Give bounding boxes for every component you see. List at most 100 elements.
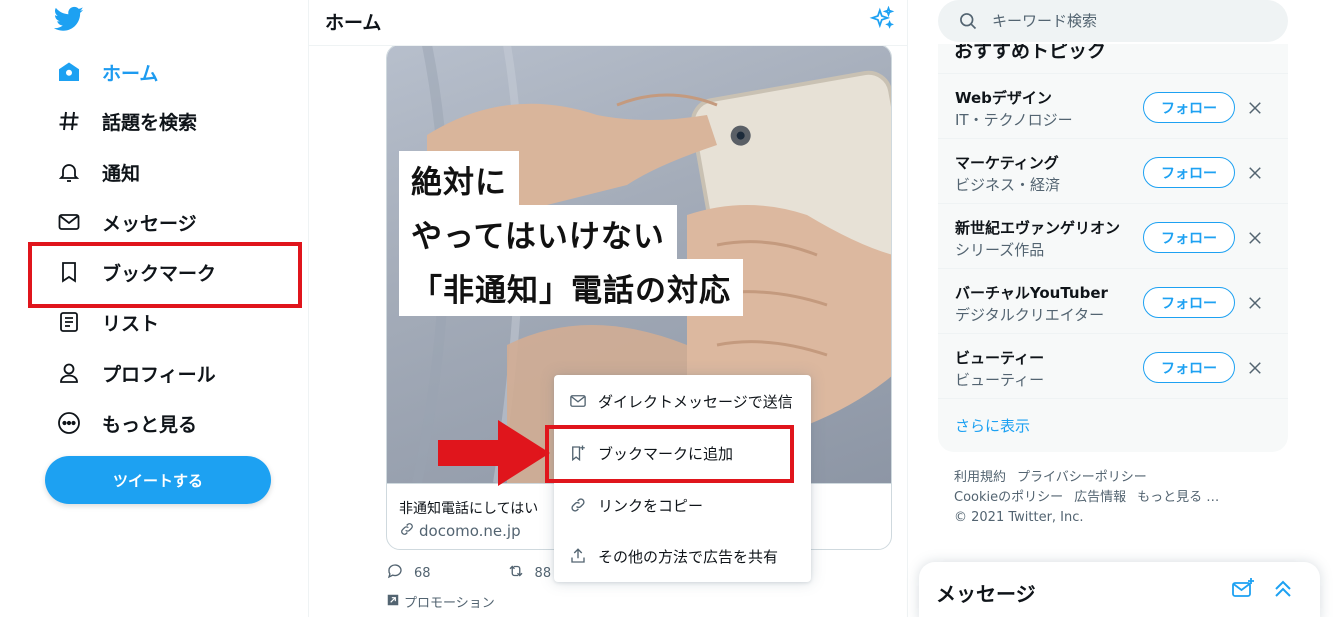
timeline-header: ホーム — [309, 0, 907, 46]
retweet-icon — [507, 562, 525, 584]
footer-copyright: © 2021 Twitter, Inc. — [954, 510, 1084, 525]
topic-name: バーチャルYouTuber — [955, 284, 1108, 302]
topic-item[interactable]: 新世紀エヴァンゲリオン シリーズ作品 フォロー — [938, 203, 1288, 268]
nav-lists[interactable]: リスト — [56, 302, 159, 342]
nav-profile[interactable]: プロフィール — [56, 353, 216, 393]
envelope-icon — [56, 209, 82, 235]
list-icon — [56, 309, 82, 335]
nav-notifications-label: 通知 — [102, 162, 141, 185]
close-icon[interactable] — [1243, 226, 1267, 250]
footer-link-cookie[interactable]: Cookieのポリシー — [954, 490, 1063, 505]
card-description: 非通知電話にしてはい — [399, 501, 539, 517]
image-caption-line-1: 絶対に — [399, 151, 519, 208]
topic-item[interactable]: バーチャルYouTuber デジタルクリエイター フォロー — [938, 268, 1288, 333]
nav-more[interactable]: もっと見る — [56, 403, 197, 443]
follow-button[interactable]: フォロー — [1143, 222, 1235, 253]
show-more-row: さらに表示 — [938, 398, 1288, 452]
twitter-bird-icon[interactable] — [53, 4, 84, 34]
menu-copy-link-label: リンクをコピー — [598, 496, 704, 515]
promotion-text: プロモーション — [404, 596, 495, 611]
sparkle-icon[interactable] — [869, 5, 895, 32]
card-domain: docomo.ne.jp — [399, 521, 521, 541]
messages-drawer[interactable]: メッセージ — [919, 562, 1320, 617]
image-caption-line-3: 「非通知」電話の対応 — [399, 259, 743, 316]
footer-row-1: 利用規約 プライバシーポリシー — [954, 468, 1284, 488]
nav-profile-label: プロフィール — [102, 363, 216, 386]
topic-name: マーケティング — [955, 154, 1059, 172]
menu-send-dm-label: ダイレクトメッセージで送信 — [598, 392, 793, 411]
topic-category: シリーズ作品 — [955, 241, 1045, 259]
new-message-icon[interactable] — [1231, 577, 1257, 603]
reply-count: 68 — [414, 565, 431, 581]
envelope-icon — [568, 391, 588, 411]
person-icon — [56, 360, 82, 386]
footer-link-privacy[interactable]: プライバシーポリシー — [1017, 470, 1147, 485]
menu-share-other[interactable]: その他の方法で広告を共有 — [554, 530, 811, 582]
follow-button[interactable]: フォロー — [1143, 92, 1235, 123]
topic-category: デジタルクリエイター — [955, 306, 1105, 324]
close-icon[interactable] — [1243, 356, 1267, 380]
share-icon — [568, 546, 588, 566]
retweet-count: 88 — [534, 565, 552, 581]
nav-lists-label: リスト — [102, 312, 160, 335]
nav-messages[interactable]: メッセージ — [56, 202, 197, 242]
image-caption-line-2: やってはいけない — [399, 205, 677, 262]
topic-name: ビューティー — [955, 349, 1045, 367]
nav-home-label: ホーム — [102, 62, 159, 85]
menu-copy-link[interactable]: リンクをコピー — [554, 479, 811, 531]
left-sidebar: ホーム 話題を検索 通知 メッセージ ブックマーク リスト プロフィール もっと… — [0, 0, 308, 617]
footer-row-2: Cookieのポリシー 広告情報 もっと見る … — [954, 488, 1284, 508]
link-icon — [399, 521, 415, 541]
footer-link-more[interactable]: もっと見る … — [1137, 490, 1219, 505]
nav-more-label: もっと見る — [102, 413, 198, 436]
follow-button[interactable]: フォロー — [1143, 287, 1235, 318]
topics-title: おすすめトピック — [954, 44, 1107, 62]
reply-action[interactable]: 68 — [386, 562, 431, 584]
page-title: ホーム — [325, 12, 382, 34]
home-icon — [56, 59, 82, 85]
reply-icon — [386, 562, 404, 584]
red-arrow-icon — [438, 420, 550, 486]
topic-item[interactable]: マーケティング ビジネス・経済 フォロー — [938, 138, 1288, 203]
tweet-button[interactable]: ツイートする — [45, 456, 271, 504]
link-icon — [568, 495, 588, 515]
nav-messages-label: メッセージ — [102, 212, 197, 235]
close-icon[interactable] — [1243, 161, 1267, 185]
footer-link-ads[interactable]: 広告情報 — [1074, 490, 1126, 505]
search-bar[interactable] — [938, 0, 1288, 42]
topic-category: ビジネス・経済 — [955, 176, 1061, 194]
search-input[interactable] — [992, 12, 1252, 30]
footer-links: 利用規約 プライバシーポリシー Cookieのポリシー 広告情報 もっと見る … © … — [954, 468, 1284, 528]
retweet-action[interactable]: 88 — [507, 562, 552, 584]
chevron-up-double-icon[interactable] — [1271, 577, 1297, 603]
close-icon[interactable] — [1243, 291, 1267, 315]
nav-home[interactable]: ホーム — [56, 52, 158, 92]
add-bookmark-highlight-box — [545, 425, 794, 483]
promoted-icon — [386, 593, 400, 611]
menu-send-dm[interactable]: ダイレクトメッセージで送信 — [554, 375, 811, 427]
follow-button[interactable]: フォロー — [1143, 352, 1235, 383]
hashtag-icon — [56, 108, 82, 134]
card-domain-text: docomo.ne.jp — [419, 522, 521, 540]
show-more-link[interactable]: さらに表示 — [955, 415, 1030, 436]
suggested-topics-panel: おすすめトピック Webデザイン IT・テクノロジー フォロー マーケティング … — [938, 44, 1288, 452]
topic-item[interactable]: ビューティー ビューティー フォロー — [938, 333, 1288, 398]
topic-category: IT・テクノロジー — [955, 111, 1073, 129]
topic-item[interactable]: Webデザイン IT・テクノロジー フォロー — [938, 73, 1288, 138]
nav-explore-label: 話題を検索 — [102, 111, 198, 134]
topic-name: Webデザイン — [955, 89, 1052, 107]
close-icon[interactable] — [1243, 96, 1267, 120]
topic-name: 新世紀エヴァンゲリオン — [955, 219, 1121, 237]
bell-icon — [56, 159, 82, 185]
topic-category: ビューティー — [955, 371, 1045, 389]
footer-link-terms[interactable]: 利用規約 — [954, 470, 1006, 485]
nav-explore[interactable]: 話題を検索 — [56, 101, 197, 141]
bookmark-highlight-box — [28, 242, 302, 308]
menu-share-other-label: その他の方法で広告を共有 — [598, 547, 779, 566]
more-icon — [56, 410, 82, 436]
messages-drawer-title: メッセージ — [936, 582, 1036, 606]
promotion-label: プロモーション — [386, 592, 495, 611]
nav-notifications[interactable]: 通知 — [56, 152, 140, 192]
search-icon — [958, 11, 978, 31]
follow-button[interactable]: フォロー — [1143, 157, 1235, 188]
